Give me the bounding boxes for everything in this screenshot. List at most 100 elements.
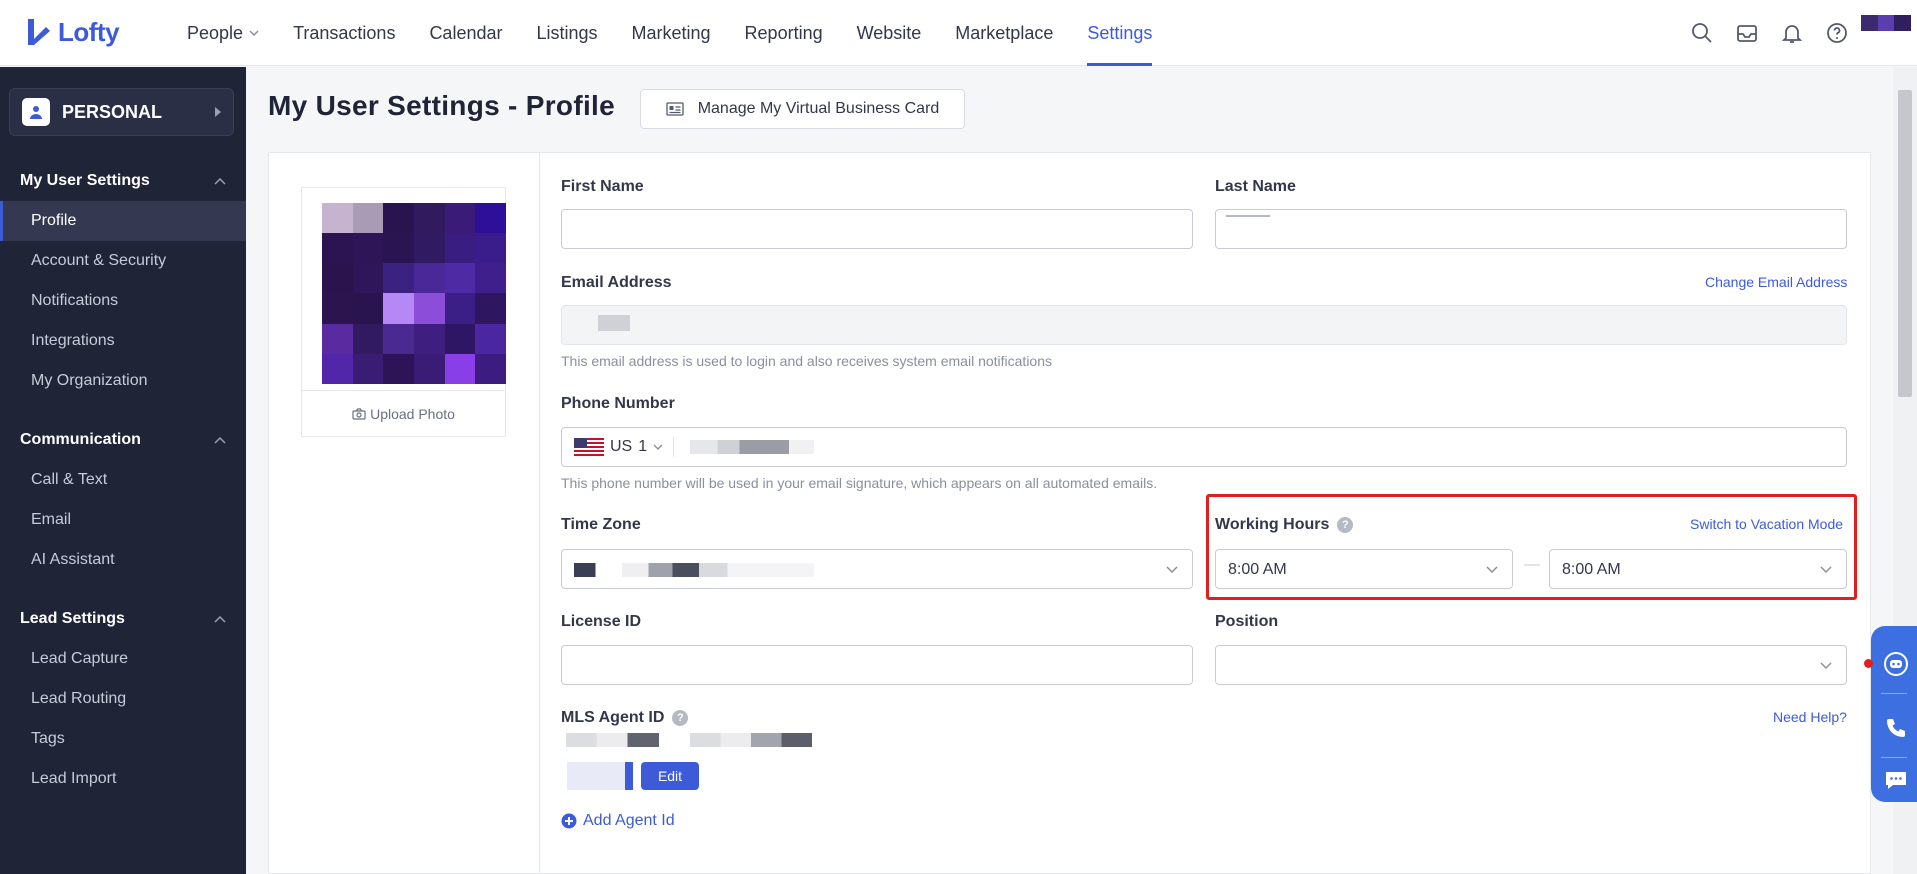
chevron-up-icon <box>214 177 226 185</box>
photo-pixel <box>352 233 384 264</box>
working-hours-highlight <box>1206 494 1857 600</box>
need-help-link[interactable]: Need Help? <box>1773 709 1847 725</box>
sidebar-section-header[interactable]: My User Settings <box>0 161 246 201</box>
upload-photo-label: Upload Photo <box>370 406 455 422</box>
email-hint: This email address is used to login and … <box>561 353 1053 369</box>
chatbot-icon[interactable] <box>1883 651 1909 677</box>
caret-right-icon <box>215 107 221 117</box>
license-id-input[interactable] <box>561 645 1193 685</box>
divider <box>1881 693 1907 694</box>
scrollbar-thumb[interactable] <box>1898 90 1912 397</box>
user-icon <box>22 98 50 126</box>
sidebar-section-header[interactable]: Communication <box>0 420 246 460</box>
brand-name: Lofty <box>58 16 120 47</box>
phone-icon[interactable] <box>1883 715 1909 741</box>
photo-pixel <box>322 353 353 384</box>
sidebar-section-title: My User Settings <box>20 172 150 189</box>
chevron-down-icon <box>249 30 259 36</box>
nav-listings[interactable]: Listings <box>519 0 614 66</box>
redacted-mls-id <box>690 733 812 747</box>
nav-website[interactable]: Website <box>840 0 939 66</box>
photo-pixel <box>322 233 353 264</box>
photo-pixel <box>475 323 506 354</box>
photo-pixel <box>383 293 414 324</box>
photo-pixel <box>352 353 384 384</box>
support-widget <box>1871 626 1917 802</box>
license-id-label: License ID <box>561 613 642 630</box>
manage-virtual-business-card-button[interactable]: Manage My Virtual Business Card <box>640 89 965 129</box>
photo-pixel <box>413 233 445 264</box>
nav-people[interactable]: People <box>170 0 276 66</box>
sidebar-item-lead-import[interactable]: Lead Import <box>0 759 246 799</box>
redacted-agent-id-input[interactable] <box>567 762 633 790</box>
bell-icon[interactable] <box>1769 11 1814 56</box>
position-select[interactable] <box>1215 645 1847 685</box>
photo-pixel <box>413 323 445 354</box>
redacted-value <box>598 315 630 331</box>
sidebar-item-call-text[interactable]: Call & Text <box>0 460 246 500</box>
sidebar-item-tags[interactable]: Tags <box>0 719 246 759</box>
dial-code: 1 <box>638 438 648 455</box>
nav-calendar[interactable]: Calendar <box>412 0 519 66</box>
inbox-icon[interactable] <box>1724 11 1769 56</box>
chevron-up-icon <box>214 615 226 623</box>
sidebar-section-title: Lead Settings <box>20 610 125 627</box>
personal-switcher[interactable]: PERSONAL <box>9 88 234 136</box>
photo-pixel <box>413 353 445 384</box>
notification-dot <box>1864 659 1873 668</box>
nav-reporting[interactable]: Reporting <box>728 0 840 66</box>
sidebar-item-integrations[interactable]: Integrations <box>0 321 246 361</box>
mls-agent-id-text: MLS Agent ID <box>561 709 665 726</box>
mls-agent-id-label: MLS Agent ID? <box>561 709 689 727</box>
sidebar-item-my-organization[interactable]: My Organization <box>0 361 246 401</box>
us-flag-icon <box>574 438 604 456</box>
nav-marketplace[interactable]: Marketplace <box>938 0 1070 66</box>
first-name-input[interactable] <box>561 209 1193 249</box>
edit-agent-id-button[interactable]: Edit <box>641 762 699 790</box>
sidebar-item-lead-routing[interactable]: Lead Routing <box>0 679 246 719</box>
photo-pixel <box>475 233 506 264</box>
photo-pixel <box>352 323 384 354</box>
phone-input[interactable]: US 1 <box>561 427 1847 467</box>
user-avatar[interactable] <box>1861 15 1911 31</box>
settings-sidebar: PERSONAL My User Settings Profile Accoun… <box>0 67 246 874</box>
photo-pixel <box>383 323 414 354</box>
photo-pixel <box>413 263 445 294</box>
photo-pixel <box>352 203 384 234</box>
last-name-input[interactable] <box>1215 209 1847 249</box>
lofty-logo[interactable]: Lofty <box>26 14 120 50</box>
photo-pixel <box>322 263 353 294</box>
photo-pixel <box>444 353 476 384</box>
nav-settings[interactable]: Settings <box>1070 0 1169 66</box>
sidebar-item-notifications[interactable]: Notifications <box>0 281 246 321</box>
question-mark-icon[interactable]: ? <box>672 710 689 726</box>
sidebar-section-header[interactable]: Lead Settings <box>0 599 246 639</box>
sidebar-item-lead-capture[interactable]: Lead Capture <box>0 639 246 679</box>
photo-pixel <box>383 263 414 294</box>
sidebar-section-my-user-settings: My User Settings Profile Account & Secur… <box>0 161 246 401</box>
chevron-down-icon <box>653 444 663 450</box>
chat-bubble-icon[interactable] <box>1883 767 1909 793</box>
country-code-select[interactable]: US 1 <box>574 428 663 466</box>
nav-marketing[interactable]: Marketing <box>615 0 728 66</box>
nav-icon-group <box>1679 0 1917 66</box>
main-nav: People Transactions Calendar Listings Ma… <box>170 0 1169 66</box>
vbc-button-label: Manage My Virtual Business Card <box>697 100 940 117</box>
help-icon[interactable] <box>1814 11 1859 56</box>
sidebar-item-ai-assistant[interactable]: AI Assistant <box>0 540 246 580</box>
last-name-label: Last Name <box>1215 178 1296 195</box>
sidebar-section-communication: Communication Call & Text Email AI Assis… <box>0 420 246 580</box>
time-zone-select[interactable] <box>561 549 1193 589</box>
add-agent-id-button[interactable]: Add Agent Id <box>561 812 675 830</box>
photo-pixel <box>383 353 414 384</box>
sidebar-item-email[interactable]: Email <box>0 500 246 540</box>
search-icon[interactable] <box>1679 11 1724 56</box>
country-code-label: US <box>610 438 633 455</box>
personal-label: PERSONAL <box>62 101 163 122</box>
nav-transactions[interactable]: Transactions <box>276 0 412 66</box>
upload-photo-button[interactable]: Upload Photo <box>301 390 506 437</box>
change-email-link[interactable]: Change Email Address <box>1705 274 1847 290</box>
sidebar-item-account-security[interactable]: Account & Security <box>0 241 246 281</box>
email-input <box>561 305 1847 345</box>
sidebar-item-profile[interactable]: Profile <box>0 201 246 241</box>
